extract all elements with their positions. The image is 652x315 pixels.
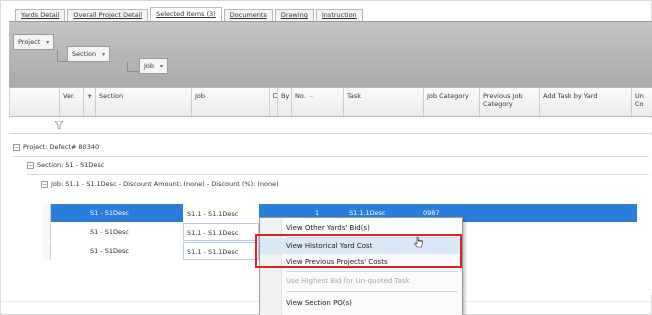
group-row-label: Section: S1 - S1Desc [37,161,105,169]
group-chip-job[interactable]: Job ▾ [139,58,169,74]
tab-selected-items[interactable]: Selected Items (3) [150,7,222,21]
group-connector [127,62,139,72]
column-label: No. [295,92,306,100]
column-task[interactable]: Task [343,88,423,118]
cell-job[interactable]: S1.1 - S1.1Desc [183,204,259,222]
row-selector[interactable] [43,204,51,222]
bid-analysis-window: Yards Detail Overall Project Detail Sele… [0,0,652,315]
group-row-job[interactable]: − Job: S1.1 - S1.1Desc - Discount Amount:… [41,178,279,190]
column-previous-job-category[interactable]: Previous Job Category [479,88,539,118]
column-job[interactable]: Job [191,88,269,118]
column-un[interactable]: Un Co [631,88,652,118]
group-chip-project[interactable]: Project ▾ [13,34,55,50]
group-chip-label: Project [18,38,41,46]
tab-strip: Yards Detail Overall Project Detail Sele… [15,7,365,21]
column-label: + [87,92,93,100]
column-section[interactable]: Section [95,88,191,118]
column-ver[interactable]: Ver. [59,88,83,118]
column-add-task-by-yard[interactable]: Add Task by Yard [539,88,631,118]
mouse-pointer-icon [414,236,424,248]
tab-yards-detail[interactable]: Yards Detail [15,9,66,21]
cell-job[interactable]: S1.1 - S1.1Desc [183,223,259,241]
divider [13,156,649,157]
row-selector[interactable] [43,223,51,241]
filter-dropdown-icon[interactable]: ▾ [102,48,105,62]
group-chip-section[interactable]: Section ▾ [67,46,111,62]
cell-section: S1 - S1Desc [90,209,129,217]
column-by[interactable]: By [277,88,291,118]
filter-row[interactable] [9,118,652,134]
group-row-section[interactable]: − Section: S1 - S1Desc [27,159,104,171]
filter-icon[interactable] [54,120,64,131]
tab-overall-project-detail[interactable]: Overall Project Detail [67,9,149,21]
cell-job[interactable]: S1.1 - S1.1Desc [183,242,259,260]
group-row-project[interactable]: − Project: Defect# 80340 [13,141,99,153]
cell-section: S1 - S1Desc [90,228,129,236]
annotation-highlight-box [255,234,462,268]
divider [286,271,458,272]
group-row-label: Job: S1.1 - S1.1Desc - Discount Amount: … [51,180,279,188]
cell-section: S1 - S1Desc [90,247,129,255]
group-connector [57,50,67,62]
group-chip-label: Job [144,62,155,70]
column-label: Ver. [63,92,76,100]
column-label: Previous Job Category [483,92,523,108]
column-header-row: Ver. + Section Job By No. – Task Job Cate… [9,87,652,118]
column-no[interactable]: No. – [291,88,343,118]
column-label: Job Category [427,92,469,100]
row-selector[interactable] [43,242,51,260]
filter-dropdown-icon[interactable]: ▾ [160,60,163,74]
divider [27,174,649,175]
column-label: By [281,92,290,100]
menu-item-view-section-pos[interactable]: View Section PO(s) [260,295,462,311]
column-label: Un Co [635,92,644,108]
filter-dropdown-icon[interactable]: ▾ [46,36,49,50]
column-plus[interactable]: + [83,88,95,118]
column-label: Section [99,92,124,100]
group-by-panel: Project ▾ Section ▾ Job ▾ [9,21,652,87]
collapse-icon[interactable]: − [41,180,48,188]
tab-documents[interactable]: Documents [223,9,273,21]
row-indicator-header [9,88,59,118]
menu-item-use-highest-bid: Use Highest Bid for Un-quoted Task [286,277,410,285]
collapse-icon[interactable]: − [27,161,34,169]
column-label: Job [195,92,206,100]
tab-drawing[interactable]: Drawing [274,9,314,21]
group-row-label: Project: Defect# 80340 [23,143,100,151]
column-label: Task [347,92,362,100]
column-checkbox[interactable] [269,88,277,118]
column-job-category[interactable]: Job Category [423,88,479,118]
column-label: Add Task by Yard [543,92,598,100]
tab-instruction[interactable]: Instruction [315,9,363,21]
divider [286,291,458,292]
collapse-icon[interactable]: − [13,143,20,151]
group-chip-label: Section [72,50,97,58]
sort-icon[interactable]: – [310,92,313,100]
